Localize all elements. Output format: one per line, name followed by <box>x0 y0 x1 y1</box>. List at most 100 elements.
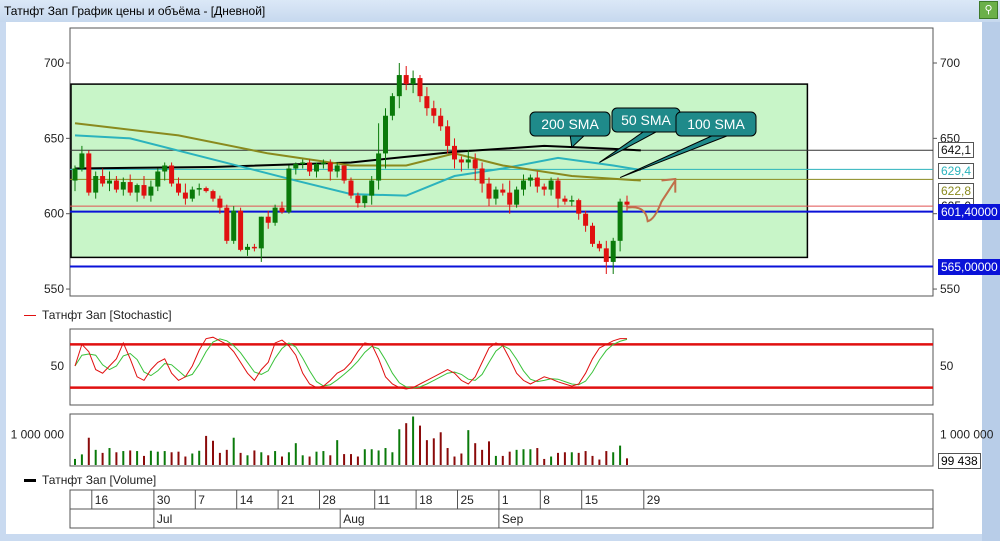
candle-body <box>210 191 216 199</box>
date-label: 7 <box>198 493 205 507</box>
candle-body <box>486 183 492 199</box>
support-price-label: 565,00000 <box>938 259 1000 275</box>
candle-body <box>348 180 354 196</box>
candle-body <box>169 165 175 184</box>
candle-body <box>521 180 526 190</box>
sma100-price-label: 622,8 <box>938 183 975 199</box>
candle-body <box>79 153 85 169</box>
candle-body <box>162 165 168 172</box>
last-volume-label: 99 438 <box>938 453 981 469</box>
candle-body <box>527 177 533 181</box>
stochastic-d-line <box>74 338 628 389</box>
candle-body <box>369 180 375 196</box>
date-label: 15 <box>585 493 599 507</box>
candle-body <box>245 246 250 250</box>
candle-body <box>610 240 616 262</box>
candle-body <box>86 153 92 193</box>
candle-body <box>327 162 333 172</box>
date-label: 29 <box>647 493 661 507</box>
candle-body <box>176 183 181 193</box>
sma200-price-label: 642,1 <box>938 142 975 158</box>
stochastic-legend: Татнфт Зап [Stochastic] <box>24 308 172 322</box>
candle-body <box>465 159 471 163</box>
candle-body <box>438 115 444 127</box>
candle-body <box>189 189 195 199</box>
candle-body <box>362 195 368 204</box>
candle-body <box>569 200 575 202</box>
date-label: 28 <box>323 493 337 507</box>
volume-tick-right: 1 000 000 <box>940 428 994 442</box>
candle-body <box>107 180 112 184</box>
candle-body <box>576 200 582 214</box>
callout-sma100: 100 SMA <box>687 116 745 132</box>
candle-body <box>134 185 140 193</box>
candle-body <box>410 78 416 85</box>
candle-body <box>300 162 306 164</box>
callout-sma50: 50 SMA <box>621 112 671 128</box>
candle-body <box>72 168 78 181</box>
candle-body <box>203 188 209 192</box>
legend-line-icon <box>24 479 36 483</box>
y-tick-label-right: 700 <box>940 56 960 70</box>
date-label: 1 <box>502 493 509 507</box>
candle-body <box>548 180 554 190</box>
candle-body <box>127 182 133 193</box>
legend-line-icon <box>24 315 36 317</box>
candle-body <box>452 145 457 160</box>
date-label: 14 <box>240 493 254 507</box>
candle-body <box>100 176 106 184</box>
candle-body <box>541 186 547 190</box>
volume-legend: Татнфт Зап [Volume] <box>24 473 156 487</box>
candle-body <box>493 189 499 199</box>
candle-body <box>120 182 126 190</box>
candle-body <box>624 201 630 205</box>
sma50-price-label: 629,4 <box>938 163 975 179</box>
candle-body <box>590 225 595 244</box>
stochastic-tick-left: 50 <box>51 359 65 373</box>
candle-body <box>251 246 257 249</box>
candle-body <box>534 177 540 187</box>
candle-body <box>383 115 388 154</box>
date-label: 11 <box>378 493 391 507</box>
y-tick-label-left: 600 <box>44 207 64 221</box>
date-label: 30 <box>157 493 171 507</box>
candle-body <box>334 165 340 172</box>
candle-body <box>293 163 299 169</box>
candle-body <box>403 75 409 85</box>
candle-body <box>224 207 230 241</box>
candle-body <box>113 180 119 190</box>
callout-sma200: 200 SMA <box>541 116 599 132</box>
candle-body <box>389 96 395 116</box>
candle-body <box>231 210 237 241</box>
candle-body <box>479 168 485 184</box>
stochastic-panel-frame <box>69 328 934 406</box>
candle-body <box>217 198 223 208</box>
candle-body <box>314 163 319 172</box>
y-tick-label-left: 550 <box>44 282 64 296</box>
candle-body <box>341 165 347 181</box>
candle-body <box>258 216 264 249</box>
candle-body <box>417 78 423 97</box>
candle-body <box>431 108 437 116</box>
date-label: 16 <box>95 493 109 507</box>
candle-body <box>555 180 561 199</box>
candle-body <box>472 159 478 169</box>
candle-body <box>445 126 451 146</box>
candle-body <box>376 153 382 181</box>
candle-body <box>307 162 313 172</box>
date-label: 21 <box>281 493 295 507</box>
candle-body <box>93 176 99 193</box>
candle-body <box>458 159 464 163</box>
y-tick-label-right: 550 <box>940 282 960 296</box>
candle-body <box>279 207 285 213</box>
y-tick-label-left: 700 <box>44 56 64 70</box>
last-price-label: 601,40000 <box>938 204 1000 220</box>
candle-body <box>396 75 402 97</box>
candle-body <box>583 213 589 226</box>
month-label: Sep <box>502 512 524 526</box>
stochastic-tick-right: 50 <box>940 359 954 373</box>
candle-body <box>238 210 244 250</box>
candle-body <box>500 189 506 193</box>
price-volume-chart[interactable]: 700700650650600600550550200 SMA50 SMA100… <box>0 0 1000 541</box>
volume-tick-left: 1 000 000 <box>11 428 65 442</box>
